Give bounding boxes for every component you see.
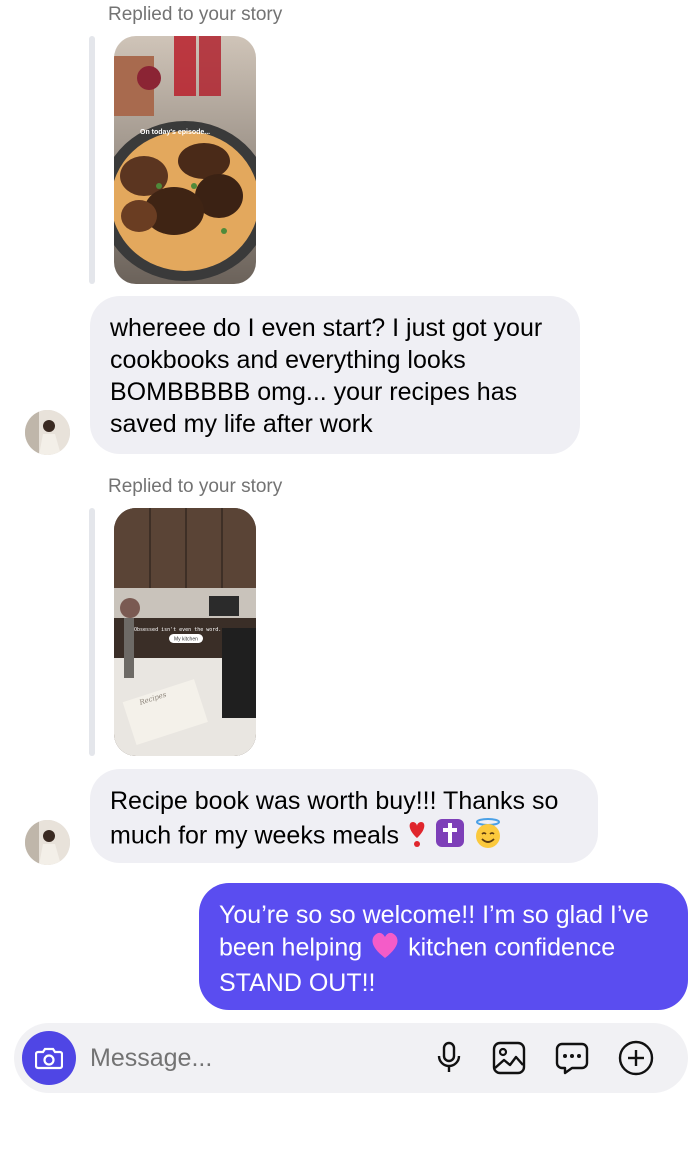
- message-bubble-outgoing[interactable]: You’re so so welcome!! I’m so glad I’ve …: [199, 883, 688, 1010]
- avatar[interactable]: [25, 410, 70, 455]
- chicken-pasta-image: On today's episode...: [114, 36, 256, 284]
- message-text: whereee do I even start? I just got your…: [110, 314, 543, 438]
- gallery-button[interactable]: [491, 1040, 527, 1076]
- story-location-sticker: My kitchen: [174, 637, 198, 643]
- reply-quote-line: [89, 36, 95, 284]
- sticker-icon: [555, 1042, 589, 1075]
- add-icon: [618, 1040, 654, 1076]
- story-thumbnail-kitchen[interactable]: Recipes Obsessed isn't even the word. My…: [114, 508, 256, 756]
- message-bubble-incoming[interactable]: whereee do I even start? I just got your…: [90, 296, 580, 454]
- story-caption: On today's episode...: [140, 129, 210, 136]
- message-input[interactable]: Message...: [90, 1023, 212, 1093]
- smiling-face-with-halo-icon: [472, 817, 504, 857]
- camera-button[interactable]: [22, 1031, 76, 1085]
- message-bubble-incoming[interactable]: Recipe book was worth buy!!! Thanks so m…: [90, 769, 598, 863]
- gallery-icon: [492, 1041, 526, 1075]
- pink-heart-icon: [369, 931, 401, 967]
- story-thumbnail-chicken[interactable]: On today's episode...: [114, 36, 256, 284]
- reply-quote-line: [89, 508, 95, 756]
- message-composer: Message...: [14, 1023, 688, 1093]
- kitchen-image: Recipes Obsessed isn't even the word. My…: [114, 508, 256, 756]
- microphone-button[interactable]: [431, 1040, 467, 1076]
- replied-to-story-label: Replied to your story: [108, 4, 283, 25]
- microphone-icon: [437, 1041, 461, 1072]
- camera-icon: [35, 1047, 63, 1070]
- latin-cross-icon: [435, 818, 465, 856]
- heart-exclamation-icon: [406, 818, 428, 856]
- sticker-button[interactable]: [554, 1040, 590, 1076]
- replied-to-story-label: Replied to your story: [108, 476, 283, 497]
- avatar[interactable]: [25, 820, 70, 865]
- story-caption: Obsessed isn't even the word.: [134, 627, 221, 633]
- add-button[interactable]: [618, 1040, 654, 1076]
